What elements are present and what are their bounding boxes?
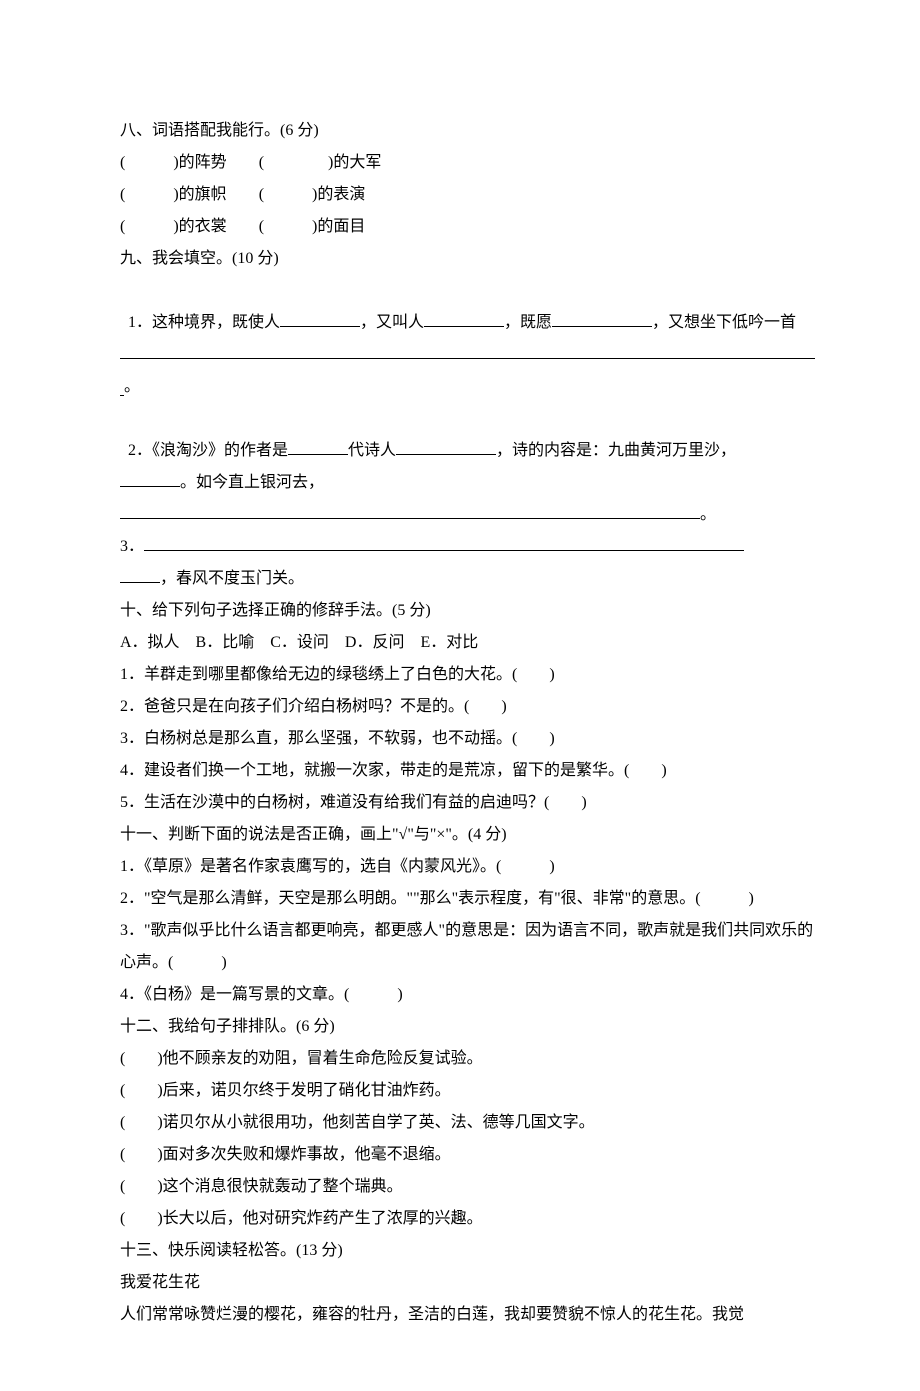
q9-item2: 2．《浪淘沙》的作者是 代诗人 ，诗的内容是：九曲黄河万里沙，: [120, 403, 815, 467]
q12-item[interactable]: ( )这个消息很快就轰动了整个瑞典。: [120, 1171, 815, 1203]
q9-item3-cont: ，春风不度玉门关。: [120, 563, 815, 595]
q10-options: A．拟人 B．比喻 C．设问 D．反问 E．对比: [120, 627, 815, 659]
q10-title: 十、给下列句子选择正确的修辞手法。(5 分): [120, 595, 815, 627]
q8-cell[interactable]: ( )的表演: [259, 186, 366, 203]
text: 。: [124, 378, 140, 395]
q12-item[interactable]: ( )他不顾亲友的劝阻，冒着生命危险反复试验。: [120, 1043, 815, 1075]
q8-cell[interactable]: ( )的旗帜: [120, 186, 227, 203]
text: 1．这种境界，既使人: [128, 314, 280, 331]
q8-cell[interactable]: ( )的大军: [259, 154, 382, 171]
q13-paragraph: 人们常常咏赞烂漫的樱花，雍容的牡丹，圣洁的白莲，我却要赞貌不惊人的花生花。我觉: [120, 1299, 815, 1331]
text: 。如今直上银河去，: [180, 474, 324, 491]
blank-input[interactable]: [120, 518, 700, 519]
q8-cell[interactable]: ( )的衣裳: [120, 218, 227, 235]
q8-cell[interactable]: ( )的面目: [259, 218, 366, 235]
q11-item[interactable]: 1．《草原》是著名作家袁鹰写的，选自《内蒙风光》。( ): [120, 851, 815, 883]
q9-item2-end: 。: [120, 499, 815, 531]
q9-item1-end: 。: [120, 371, 815, 403]
text: ，诗的内容是：九曲黄河万里沙，: [496, 442, 736, 459]
q9-item1: 1．这种境界，既使人 ，又叫人 ，既愿 ，又想坐下低吟一首: [120, 275, 815, 339]
q8-row: ( )的阵势 ( )的大军: [120, 147, 815, 179]
q9-item1-cont: [120, 339, 815, 371]
q12-item[interactable]: ( )后来，诺贝尔终于发明了硝化甘油炸药。: [120, 1075, 815, 1107]
q13-title: 十三、快乐阅读轻松答。(13 分): [120, 1235, 815, 1267]
blank-input[interactable]: [552, 326, 652, 327]
blank-input[interactable]: [396, 454, 496, 455]
blank-input[interactable]: [288, 454, 348, 455]
text: 3．: [120, 538, 144, 555]
q11-item[interactable]: 4．《白杨》是一篇写景的文章。( ): [120, 979, 815, 1011]
text: 。: [700, 506, 716, 523]
text: ，又叫人: [360, 314, 424, 331]
q12-item[interactable]: ( )长大以后，他对研究炸药产生了浓厚的兴趣。: [120, 1203, 815, 1235]
q11-item[interactable]: 3．"歌声似乎比什么语言都更响亮，都更感人"的意思是：因为语言不同，歌声就是我们…: [120, 915, 815, 979]
blank-input[interactable]: [280, 326, 360, 327]
q12-title: 十二、我给句子排排队。(6 分): [120, 1011, 815, 1043]
q8-row: ( )的衣裳 ( )的面目: [120, 211, 815, 243]
blank-input[interactable]: [424, 326, 504, 327]
blank-input[interactable]: [120, 582, 160, 583]
text: ，又想坐下低吟一首: [652, 314, 796, 331]
q8-row: ( )的旗帜 ( )的表演: [120, 179, 815, 211]
text: ，春风不度玉门关。: [160, 570, 304, 587]
blank-input[interactable]: [120, 486, 180, 487]
q12-item[interactable]: ( )面对多次失败和爆炸事故，他毫不退缩。: [120, 1139, 815, 1171]
q8-cell[interactable]: ( )的阵势: [120, 154, 227, 171]
q11-item[interactable]: 2．"空气是那么清鲜，天空是那么明朗。""那么"表示程度，有"很、非常"的意思。…: [120, 883, 815, 915]
q10-item[interactable]: 2．爸爸只是在向孩子们介绍白杨树吗？不是的。( ): [120, 691, 815, 723]
q10-item[interactable]: 4．建设者们换一个工地，就搬一次家，带走的是荒凉，留下的是繁华。( ): [120, 755, 815, 787]
q13-subtitle: 我爱花生花: [120, 1267, 815, 1299]
q10-item[interactable]: 1．羊群走到哪里都像给无边的绿毯绣上了白色的大花。( ): [120, 659, 815, 691]
q8-title: 八、词语搭配我能行。(6 分): [120, 115, 815, 147]
q9-item3: 3．: [120, 531, 815, 563]
q10-item[interactable]: 3．白杨树总是那么直，那么坚强，不软弱，也不动摇。( ): [120, 723, 815, 755]
q11-title: 十一、判断下面的说法是否正确，画上"√"与"×"。(4 分): [120, 819, 815, 851]
text: ，既愿: [504, 314, 552, 331]
q9-item2-cont: 。如今直上银河去，: [120, 467, 815, 499]
text: 2．《浪淘沙》的作者是: [128, 442, 288, 459]
q12-item[interactable]: ( )诺贝尔从小就很用功，他刻苦自学了英、法、德等几国文字。: [120, 1107, 815, 1139]
q9-title: 九、我会填空。(10 分): [120, 243, 815, 275]
blank-input[interactable]: [144, 550, 744, 551]
text: 代诗人: [348, 442, 396, 459]
blank-input[interactable]: [120, 358, 815, 359]
q10-item[interactable]: 5．生活在沙漠中的白杨树，难道没有给我们有益的启迪吗？( ): [120, 787, 815, 819]
